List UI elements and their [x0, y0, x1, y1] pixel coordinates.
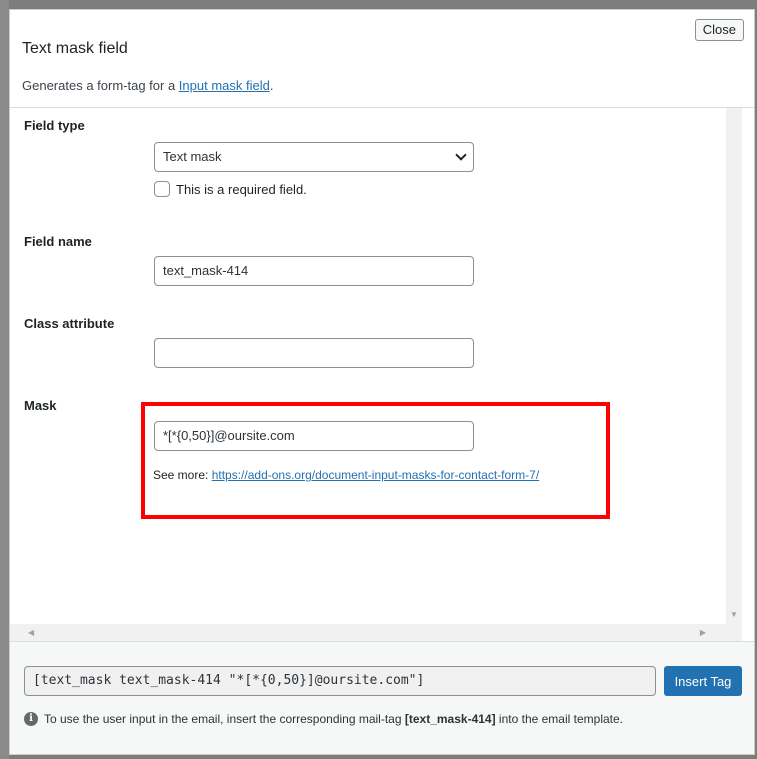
mask-label: Mask	[24, 398, 57, 413]
description-text: Generates a form-tag for a	[22, 78, 179, 93]
class-attribute-label: Class attribute	[24, 316, 115, 331]
dialog-title: Text mask field	[22, 40, 128, 57]
input-mask-field-link[interactable]: Input mask field	[179, 78, 270, 93]
required-label: This is a required field.	[176, 182, 307, 197]
scroll-left-arrow-icon[interactable]: ◀	[28, 628, 34, 637]
mail-tag-info: i To use the user input in the email, in…	[24, 712, 623, 726]
field-name-input[interactable]: text_mask-414	[154, 256, 474, 286]
field-type-value: Text mask	[163, 149, 222, 164]
background-page	[0, 0, 9, 759]
info-suffix: into the email template.	[495, 712, 623, 726]
see-more: See more: https://add-ons.org/document-i…	[153, 468, 539, 482]
field-name-label: Field name	[24, 234, 92, 249]
description-suffix: .	[269, 78, 274, 93]
dialog-description: Generates a form-tag for a Input mask fi…	[22, 78, 273, 93]
mask-input[interactable]: *[*{0,50}]@oursite.com	[154, 421, 474, 451]
form-scroll-area: Field type Text mask This is a required …	[10, 108, 742, 641]
vertical-scrollbar[interactable]: ▼	[726, 108, 742, 641]
horizontal-scrollbar[interactable]: ◀ ▶	[10, 624, 742, 641]
info-text: To use the user input in the email, inse…	[44, 712, 623, 726]
required-checkbox[interactable]	[154, 181, 170, 197]
dialog-footer: [text_mask text_mask-414 "*[*{0,50}]@our…	[10, 641, 754, 754]
see-more-label: See more:	[153, 468, 212, 482]
field-type-label: Field type	[24, 118, 85, 133]
insert-tag-button[interactable]: Insert Tag	[664, 666, 742, 696]
scroll-right-arrow-icon[interactable]: ▶	[700, 628, 706, 637]
scroll-down-arrow-icon[interactable]: ▼	[730, 610, 738, 619]
info-icon: i	[24, 712, 38, 726]
text-mask-dialog: Close Text mask field Generates a form-t…	[9, 9, 755, 755]
chevron-down-icon	[455, 149, 467, 161]
see-more-link[interactable]: https://add-ons.org/document-input-masks…	[212, 468, 539, 482]
field-type-select[interactable]: Text mask	[154, 142, 474, 172]
form-tag-output[interactable]: [text_mask text_mask-414 "*[*{0,50}]@our…	[24, 666, 656, 696]
mail-tag: [text_mask-414]	[404, 712, 496, 726]
info-prefix: To use the user input in the email, inse…	[44, 712, 405, 726]
close-button[interactable]: Close	[694, 19, 744, 41]
highlight-box	[141, 402, 610, 519]
class-attribute-input[interactable]	[154, 338, 474, 368]
